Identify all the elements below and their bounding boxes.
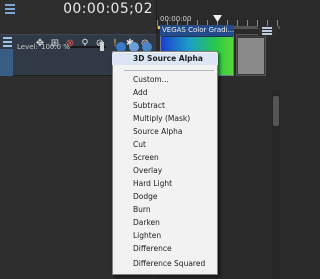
menu-item-lighten[interactable]: Lighten xyxy=(112,230,218,242)
menu-item-cut[interactable]: Cut xyxy=(112,139,218,151)
menu-item-overlay[interactable]: Overlay xyxy=(112,165,218,177)
menu-item-source-alpha[interactable]: Source Alpha xyxy=(112,126,218,138)
menu-item-custom[interactable]: Custom... xyxy=(112,74,218,86)
menu-item-label: Difference xyxy=(133,244,172,253)
event-menu-icon[interactable] xyxy=(262,27,272,35)
menu-item-dodge[interactable]: Dodge xyxy=(112,191,218,203)
menu-item-hard-light[interactable]: Hard Light xyxy=(112,178,218,190)
timecode-display: 00:00:05;02 xyxy=(63,1,153,17)
level-value: 100.0 % xyxy=(41,43,70,51)
menu-item-label: 3D Source Alpha xyxy=(133,54,203,63)
playhead-icon[interactable] xyxy=(213,15,222,24)
menu-item-screen[interactable]: Screen xyxy=(112,152,218,164)
fx-icon[interactable]: ⚲ xyxy=(79,38,91,50)
menu-item-subtract[interactable]: Subtract xyxy=(112,100,218,112)
menu-item-label: Darken xyxy=(133,218,160,227)
menu-icon[interactable] xyxy=(4,2,16,16)
menu-item-label: Hard Light xyxy=(133,179,173,188)
event-2-thumbnail xyxy=(238,38,264,74)
menu-item-burn[interactable]: Burn xyxy=(112,204,218,216)
menu-item-label: Cut xyxy=(133,140,146,149)
menu-item-label: Multiply (Mask) xyxy=(133,114,191,123)
ruler-time-label: 00:00:00 xyxy=(160,15,192,23)
track-color-strip xyxy=(0,49,13,76)
menu-item-label: Source Alpha xyxy=(133,127,183,136)
menu-item-label: Subtract xyxy=(133,101,165,110)
track-menu-icon[interactable] xyxy=(3,36,13,48)
menu-item-multiply-mask[interactable]: Multiply (Mask) xyxy=(112,113,218,125)
menu-item-difference-squared[interactable]: Difference Squared xyxy=(112,258,218,270)
menu-item-label: Overlay xyxy=(133,166,163,175)
event-title: VEGAS Color Gradi... xyxy=(162,26,234,34)
menu-item-label: Screen xyxy=(133,153,159,162)
menu-item-difference[interactable]: Difference xyxy=(112,243,218,255)
menu-item-label: Burn xyxy=(133,205,151,214)
menu-item-label: Difference Squared xyxy=(133,259,206,268)
menu-separator xyxy=(124,70,214,71)
menu-item-darken[interactable]: Darken xyxy=(112,217,218,229)
level-slider-thumb[interactable] xyxy=(100,42,104,51)
menu-item-label: Dodge xyxy=(133,192,158,201)
menu-item-label: Custom... xyxy=(133,75,169,84)
scrollbar-thumb[interactable] xyxy=(273,96,279,126)
menu-item-3d-source-alpha[interactable]: 3D Source Alpha xyxy=(112,53,218,65)
menu-item-add[interactable]: Add xyxy=(112,87,218,99)
menu-item-label: Lighten xyxy=(133,231,162,240)
menu-item-label: Add xyxy=(133,88,148,97)
